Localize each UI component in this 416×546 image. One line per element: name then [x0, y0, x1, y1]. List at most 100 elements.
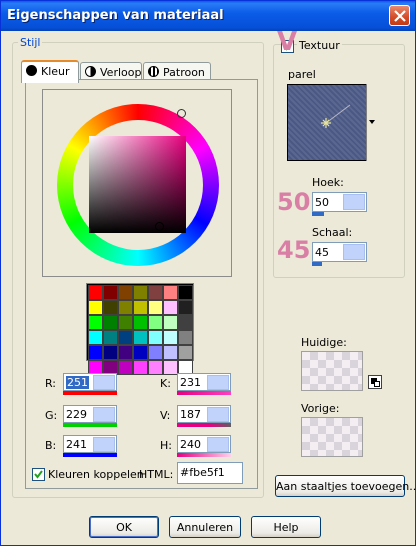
texture-name: parel [288, 68, 316, 81]
r-field[interactable]: 251 [63, 373, 117, 391]
palette-swatch[interactable] [178, 300, 193, 315]
palette-swatch[interactable] [88, 300, 103, 315]
hoek-label: Hoek: [312, 176, 344, 189]
html-field[interactable]: #fbe5f1 [177, 462, 243, 484]
spin-arrows-icon[interactable] [343, 244, 365, 260]
palette-swatch[interactable] [163, 285, 178, 300]
saturation-lightness-square[interactable] [89, 136, 186, 233]
palette-swatch[interactable] [163, 345, 178, 360]
tab-kleur-label: Kleur [41, 65, 70, 78]
palette-swatch[interactable] [118, 315, 133, 330]
chevron-down-icon [369, 120, 375, 124]
palette-swatch[interactable] [118, 330, 133, 345]
k-bar [177, 391, 231, 395]
color-marker[interactable] [155, 222, 164, 231]
spin-arrows-icon[interactable] [93, 437, 115, 452]
close-button[interactable] [389, 5, 410, 26]
palette-swatch[interactable] [148, 360, 163, 375]
palette-swatch[interactable] [178, 330, 193, 345]
h-value: 240 [180, 438, 201, 451]
material-properties-dialog: Eigenschappen van materiaal Stijl Kleur … [0, 0, 416, 546]
palette-swatch[interactable] [103, 345, 118, 360]
ok-button[interactable]: OK [89, 516, 159, 538]
palette-swatch[interactable] [133, 360, 148, 375]
link-colors-checkbox[interactable] [32, 468, 45, 481]
r-value: 251 [66, 376, 89, 389]
palette-swatch[interactable] [178, 315, 193, 330]
palette-swatch[interactable] [163, 330, 178, 345]
palette-swatch[interactable] [118, 345, 133, 360]
r-bar [63, 391, 117, 395]
annotation-50: 50 [277, 188, 311, 216]
palette-swatch[interactable] [103, 315, 118, 330]
help-button[interactable]: Help [251, 516, 321, 538]
palette-swatch[interactable] [88, 345, 103, 360]
palette-swatch[interactable] [133, 315, 148, 330]
palette-swatch[interactable] [148, 330, 163, 345]
swap-icon[interactable] [368, 375, 382, 389]
b-field[interactable]: 241 [63, 435, 117, 453]
color-palette [86, 283, 194, 375]
gradient-half-icon [85, 66, 96, 77]
cancel-label: Annuleren [176, 521, 234, 534]
palette-swatch[interactable] [178, 285, 193, 300]
palette-swatch[interactable] [88, 330, 103, 345]
title-bar: Eigenschappen van materiaal [1, 1, 415, 31]
palette-swatch[interactable] [133, 300, 148, 315]
h-bar [177, 453, 231, 457]
palette-swatch[interactable] [133, 330, 148, 345]
schaal-value: 45 [315, 246, 329, 259]
palette-swatch[interactable] [148, 285, 163, 300]
palette-swatch[interactable] [118, 285, 133, 300]
k-label: K: [160, 377, 171, 390]
previous-label: Vorige: [301, 402, 340, 415]
palette-swatch[interactable] [148, 315, 163, 330]
add-swatches-label: Aan staaltjes toevoegen... [276, 480, 416, 493]
texture-preview[interactable] [287, 84, 376, 161]
help-label: Help [273, 521, 299, 534]
schaal-label: Schaal: [312, 226, 353, 239]
spin-arrows-icon[interactable] [207, 437, 229, 452]
add-swatches-button[interactable]: Aan staaltjes toevoegen... [275, 475, 416, 497]
palette-swatch[interactable] [163, 315, 178, 330]
schaal-field[interactable]: 45 [312, 242, 367, 262]
current-swatch [301, 351, 363, 391]
palette-swatch[interactable] [133, 345, 148, 360]
palette-swatch[interactable] [163, 300, 178, 315]
pattern-icon [148, 66, 159, 77]
tab-kleur[interactable]: Kleur [21, 60, 79, 83]
palette-swatch[interactable] [88, 285, 103, 300]
spin-arrows-icon[interactable] [207, 375, 229, 390]
palette-swatch[interactable] [88, 315, 103, 330]
checkmark-icon [34, 470, 43, 479]
palette-swatch[interactable] [133, 285, 148, 300]
palette-swatch[interactable] [148, 345, 163, 360]
spin-arrows-icon[interactable] [343, 194, 365, 210]
palette-swatch[interactable] [103, 300, 118, 315]
v-field[interactable]: 187 [177, 405, 231, 423]
cancel-button[interactable]: Annuleren [169, 516, 241, 538]
schaal-bar [312, 262, 322, 266]
tab-patroon-label: Patroon [163, 66, 205, 79]
palette-swatch[interactable] [118, 300, 133, 315]
hue-marker[interactable] [177, 109, 186, 118]
v-value: 187 [180, 408, 201, 421]
window-title: Eigenschappen van materiaal [7, 8, 224, 23]
spin-arrows-icon[interactable] [93, 375, 115, 390]
g-field[interactable]: 229 [63, 405, 117, 423]
palette-swatch[interactable] [118, 360, 133, 375]
g-bar [63, 423, 117, 427]
palette-swatch[interactable] [163, 360, 178, 375]
hoek-field[interactable]: 50 [312, 192, 367, 212]
h-field[interactable]: 240 [177, 435, 231, 453]
k-field[interactable]: 231 [177, 373, 231, 391]
palette-swatch[interactable] [178, 345, 193, 360]
palette-swatch[interactable] [148, 300, 163, 315]
spin-arrows-icon[interactable] [207, 407, 229, 422]
palette-swatch[interactable] [103, 285, 118, 300]
current-label: Huidige: [301, 336, 347, 349]
hoek-bar [312, 212, 324, 216]
palette-swatch[interactable] [103, 330, 118, 345]
spin-arrows-icon[interactable] [93, 407, 115, 422]
texture-dropdown[interactable] [366, 84, 376, 161]
